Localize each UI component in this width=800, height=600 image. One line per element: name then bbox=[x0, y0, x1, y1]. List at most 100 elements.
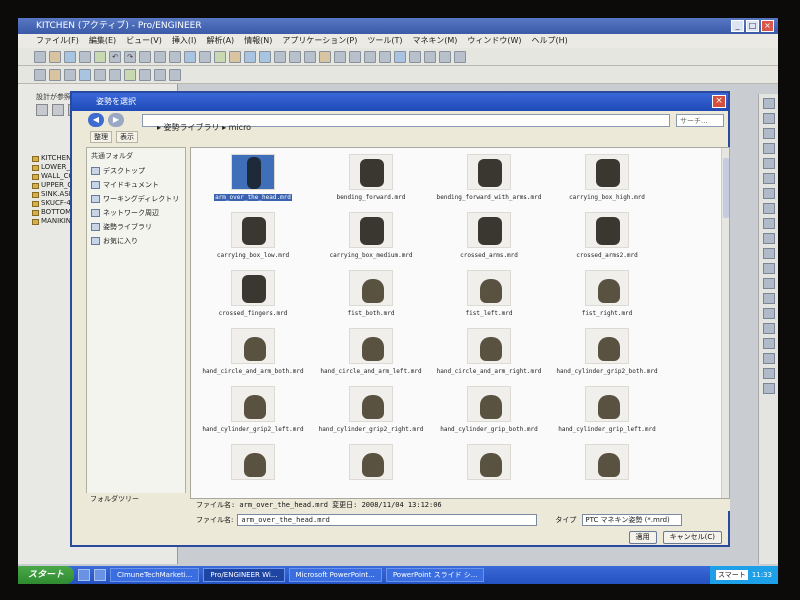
file-item[interactable]: fist_both.mrd bbox=[315, 270, 427, 328]
zoom-out-icon[interactable] bbox=[259, 50, 271, 63]
curve-tool-icon[interactable] bbox=[762, 128, 775, 139]
place-favorites[interactable]: お気に入り bbox=[87, 234, 185, 248]
file-item[interactable]: hand_cylinder_grip2_left.mrd bbox=[197, 386, 309, 444]
file-item[interactable]: hand_cylinder_grip2_both.mrd bbox=[551, 328, 663, 386]
manikin-reach-envelope-icon[interactable] bbox=[762, 368, 775, 379]
revolve-tool-icon[interactable] bbox=[762, 263, 775, 274]
menu-file[interactable]: ファイル(F) bbox=[36, 34, 79, 48]
mail-icon[interactable] bbox=[94, 50, 106, 63]
manikin-grasp-icon[interactable] bbox=[94, 68, 106, 81]
cancel-button[interactable]: キャンセル(C) bbox=[662, 531, 722, 544]
file-type-select[interactable]: PTC マネキン姿勢 (*.mrd) bbox=[582, 514, 683, 526]
filename-input[interactable]: arm_over_the_head.mrd bbox=[237, 514, 538, 526]
manikin-add-icon[interactable] bbox=[762, 323, 775, 334]
csys-tool-icon[interactable] bbox=[762, 173, 775, 184]
place-desktop[interactable]: デスクトップ bbox=[87, 164, 185, 178]
file-item[interactable] bbox=[433, 444, 545, 498]
taskbar-item[interactable]: CImuneTechMarketi... bbox=[110, 568, 200, 582]
paste-icon[interactable] bbox=[169, 50, 181, 63]
address-field[interactable]: ▸ 姿勢ライブラリ ▸ micro bbox=[142, 114, 670, 132]
copy-icon[interactable] bbox=[154, 50, 166, 63]
place-working-directory[interactable]: ワーキングディレクトリ bbox=[87, 192, 185, 206]
file-item[interactable]: crossed_arms.mrd bbox=[433, 212, 545, 270]
axis-tool-icon[interactable] bbox=[762, 158, 775, 169]
file-item[interactable]: hand_circle_and_arm_left.mrd bbox=[315, 328, 427, 386]
shading-icon[interactable] bbox=[394, 50, 406, 63]
saved-views-icon[interactable] bbox=[304, 50, 316, 63]
file-item[interactable]: hand_cylinder_grip_left.mrd bbox=[551, 386, 663, 444]
ime-indicator[interactable]: スマート bbox=[716, 570, 748, 580]
file-item[interactable]: hand_cylinder_grip2_right.mrd bbox=[315, 386, 427, 444]
refit-icon[interactable] bbox=[274, 50, 286, 63]
manikin-reach-icon[interactable] bbox=[79, 68, 91, 81]
manikin-vision-cone-icon[interactable] bbox=[762, 383, 775, 394]
assemble-icon[interactable] bbox=[762, 203, 775, 214]
hidden-line-icon[interactable] bbox=[364, 50, 376, 63]
place-my-documents[interactable]: マイドキュメント bbox=[87, 178, 185, 192]
no-hidden-icon[interactable] bbox=[379, 50, 391, 63]
scrollbar-thumb[interactable] bbox=[723, 158, 729, 218]
file-item[interactable]: arm_over_the_head.mrd bbox=[197, 154, 309, 212]
dialog-title-bar[interactable]: 姿勢を選択 × bbox=[72, 93, 728, 111]
file-item[interactable]: crossed_fingers.mrd bbox=[197, 270, 309, 328]
menu-applications[interactable]: アプリケーション(P) bbox=[282, 34, 357, 48]
hole-tool-icon[interactable] bbox=[762, 233, 775, 244]
repaint-icon[interactable] bbox=[229, 50, 241, 63]
file-item[interactable] bbox=[315, 444, 427, 498]
taskbar-item-proe[interactable]: Pro/ENGINEER Wi... bbox=[203, 568, 285, 582]
sketch-tool-icon[interactable] bbox=[762, 98, 775, 109]
dialog-close-button[interactable]: × bbox=[712, 95, 726, 108]
place-posture-library[interactable]: 姿勢ライブラリ bbox=[87, 220, 185, 234]
menu-view[interactable]: ビュー(V) bbox=[126, 34, 162, 48]
file-item[interactable]: carrying_box_high.mrd bbox=[551, 154, 663, 212]
select-icon[interactable] bbox=[214, 50, 226, 63]
manikin-posture-icon[interactable] bbox=[49, 68, 61, 81]
forward-button[interactable]: ▶ bbox=[108, 113, 124, 127]
manikin-move-icon[interactable] bbox=[762, 338, 775, 349]
file-item[interactable]: carrying_box_medium.mrd bbox=[315, 212, 427, 270]
manikin-walk-icon[interactable] bbox=[109, 68, 121, 81]
taskbar-item[interactable]: Microsoft PowerPoint... bbox=[288, 568, 382, 582]
model-tree-tab[interactable] bbox=[36, 104, 48, 116]
menu-window[interactable]: ウィンドウ(W) bbox=[467, 34, 521, 48]
pattern-tool-icon[interactable] bbox=[762, 293, 775, 304]
datum-points-icon[interactable] bbox=[439, 50, 451, 63]
layers-icon[interactable] bbox=[319, 50, 331, 63]
back-button[interactable]: ◀ bbox=[88, 113, 104, 127]
create-component-icon[interactable] bbox=[762, 218, 775, 229]
find-icon[interactable] bbox=[199, 50, 211, 63]
plane-tool-icon[interactable] bbox=[762, 188, 775, 199]
extrude-tool-icon[interactable] bbox=[762, 248, 775, 259]
save-icon[interactable] bbox=[64, 50, 76, 63]
manikin-pose-icon[interactable] bbox=[762, 353, 775, 364]
organize-button[interactable]: 整理 bbox=[90, 131, 112, 143]
start-button[interactable]: スタート bbox=[18, 566, 75, 584]
file-item[interactable]: bending_forward.mrd bbox=[315, 154, 427, 212]
menu-edit[interactable]: 編集(E) bbox=[89, 34, 116, 48]
datum-planes-icon[interactable] bbox=[409, 50, 421, 63]
menu-manikin[interactable]: マネキン(M) bbox=[412, 34, 457, 48]
manikin-analysis-icon[interactable] bbox=[124, 68, 136, 81]
folder-tree-toggle[interactable]: フォルダツリー bbox=[86, 493, 186, 505]
folder-browser-tab[interactable] bbox=[52, 104, 64, 116]
menu-info[interactable]: 情報(N) bbox=[244, 34, 272, 48]
manikin-snap-icon[interactable] bbox=[154, 68, 166, 81]
search-input[interactable]: サーチ... bbox=[676, 114, 724, 127]
close-button[interactable]: × bbox=[761, 20, 774, 32]
file-item[interactable]: fist_right.mrd bbox=[551, 270, 663, 328]
zoom-in-icon[interactable] bbox=[244, 50, 256, 63]
file-item[interactable] bbox=[197, 444, 309, 498]
place-network[interactable]: ネットワーク周辺 bbox=[87, 206, 185, 220]
open-folder-icon[interactable] bbox=[49, 50, 61, 63]
regenerate-icon[interactable] bbox=[184, 50, 196, 63]
print-icon[interactable] bbox=[79, 50, 91, 63]
mirror-tool-icon[interactable] bbox=[762, 308, 775, 319]
file-item[interactable]: fist_left.mrd bbox=[433, 270, 545, 328]
file-item[interactable]: hand_circle_and_arm_both.mrd bbox=[197, 328, 309, 386]
cut-icon[interactable] bbox=[139, 50, 151, 63]
coordinate-system-icon[interactable] bbox=[454, 50, 466, 63]
view-manager-icon[interactable] bbox=[334, 50, 346, 63]
menu-tools[interactable]: ツール(T) bbox=[367, 34, 402, 48]
manikin-lock-icon[interactable] bbox=[169, 68, 181, 81]
sweep-tool-icon[interactable] bbox=[762, 278, 775, 289]
